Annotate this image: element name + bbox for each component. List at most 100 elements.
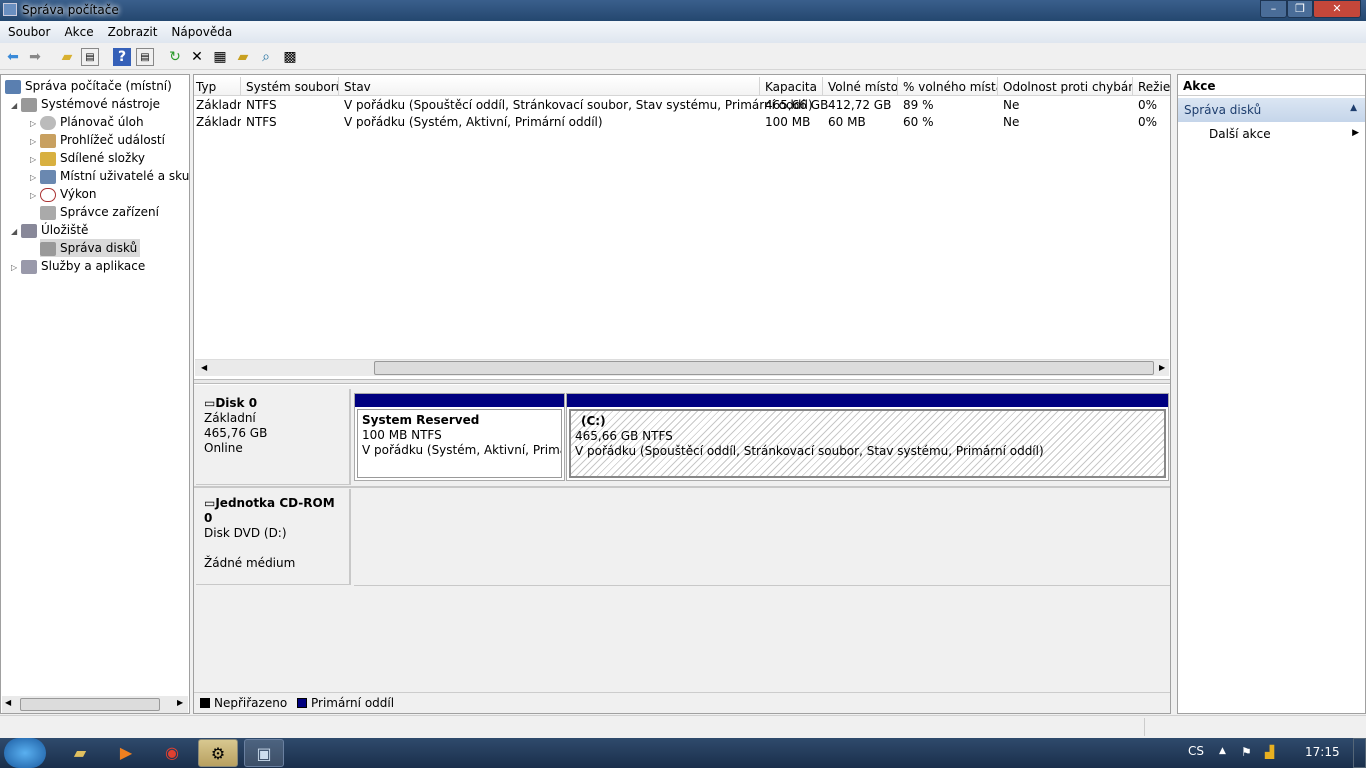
collapsed-arrow-icon[interactable]: ▷: [30, 133, 40, 149]
tree-item-services[interactable]: ▷ Služby a aplikace: [11, 257, 145, 275]
tree-item-disk-management[interactable]: Správa disků: [40, 239, 141, 257]
more-actions-item[interactable]: Další akce ▶: [1209, 127, 1359, 141]
tree-item-performance[interactable]: ▷ Výkon: [30, 185, 96, 203]
menu-zobrazit[interactable]: Zobrazit: [100, 21, 164, 39]
cell-percent-free: 60 %: [903, 115, 934, 129]
partition-c[interactable]: (C:) 465,66 GB NTFS V pořádku (Spouštěcí…: [566, 393, 1169, 481]
scroll-right-icon[interactable]: ▶: [177, 698, 183, 707]
properties-icon[interactable]: ▦: [211, 48, 229, 66]
scroll-left-icon[interactable]: ◀: [5, 698, 11, 707]
clock[interactable]: 17:15: [1305, 745, 1340, 759]
cell-capacity: 100 MB: [765, 115, 811, 129]
column-header-filesystem[interactable]: Systém souborů: [241, 77, 339, 96]
open-icon[interactable]: ▰: [234, 48, 252, 66]
cell-overhead: 0%: [1138, 98, 1158, 112]
forward-arrow-icon[interactable]: ➡: [26, 48, 44, 66]
tree-item-root[interactable]: Správa počítače (místní): [5, 77, 172, 95]
scrollbar-thumb[interactable]: [20, 698, 160, 711]
show-hide-action-pane-icon[interactable]: ▤: [136, 48, 154, 66]
action-center-flag-icon[interactable]: ⚑: [1241, 745, 1252, 759]
menu-soubor[interactable]: Soubor: [0, 21, 56, 39]
disk-name: Jednotka CD-ROM 0: [204, 496, 335, 525]
collapsed-arrow-icon[interactable]: ▷: [30, 187, 40, 203]
close-button[interactable]: ✕: [1313, 0, 1361, 18]
delete-icon[interactable]: ✕: [188, 48, 206, 66]
menu-napoveda[interactable]: Nápověda: [163, 21, 238, 39]
cell-filesystem: NTFS: [246, 98, 277, 112]
partition-name: System Reserved: [362, 413, 480, 427]
partition-status: V pořádku (Spouštěcí oddíl, Stránkovací …: [575, 444, 1044, 458]
explorer-taskbar-icon[interactable]: ▰: [60, 739, 100, 767]
pane-splitter[interactable]: [194, 379, 1170, 384]
toolbar: ⬅ ➡ ▰ ▤ ? ▤ ↻ ✕ ▦ ▰ ⌕ ▩: [0, 44, 1366, 70]
collapsed-arrow-icon[interactable]: ▷: [30, 115, 40, 131]
start-button[interactable]: [4, 738, 46, 768]
language-indicator[interactable]: CS: [1188, 744, 1204, 758]
column-header-overhead[interactable]: Režie: [1133, 77, 1170, 96]
refresh-icon[interactable]: ↻: [166, 48, 184, 66]
cdrom-0-label[interactable]: ▭Jednotka CD-ROM 0 Disk DVD (D:) Žádné m…: [196, 489, 351, 585]
column-header-percent-free[interactable]: % volného místa: [898, 77, 998, 96]
computer-management-taskbar-button[interactable]: ▣: [244, 739, 284, 767]
tree-item-local-users[interactable]: ▷Místní uživatelé a skupiny: [30, 167, 190, 185]
up-folder-icon[interactable]: ▰: [58, 48, 76, 66]
cell-overhead: 0%: [1138, 115, 1158, 129]
expanded-arrow-icon[interactable]: ◢: [11, 223, 21, 239]
disk-management-pane: Typ Systém souborů Stav Kapacita Volné m…: [193, 74, 1171, 714]
chrome-taskbar-icon[interactable]: ◉: [152, 739, 192, 767]
scroll-left-icon[interactable]: ◀: [201, 363, 207, 372]
scroll-right-icon[interactable]: ▶: [1159, 363, 1165, 372]
back-arrow-icon[interactable]: ⬅: [4, 48, 22, 66]
table-horizontal-scrollbar[interactable]: ◀ ▶: [195, 359, 1169, 376]
disk-status: Žádné médium: [204, 556, 296, 570]
network-icon[interactable]: ▟: [1265, 745, 1274, 759]
help-icon[interactable]: ?: [113, 48, 131, 66]
column-header-status[interactable]: Stav: [339, 77, 760, 96]
search-icon[interactable]: ⌕: [257, 48, 275, 66]
title-bar: Správa počítače – ❐ ✕: [0, 0, 1366, 21]
collapsed-arrow-icon[interactable]: ▷: [11, 259, 21, 275]
table-row[interactable]: Základní NTFS V pořádku (Systém, Aktivní…: [194, 113, 1170, 130]
menu-akce[interactable]: Akce: [56, 21, 99, 39]
shared-folder-icon: [40, 151, 56, 166]
partition-status: V pořádku (Systém, Aktivní, Primární odd…: [362, 443, 561, 457]
tree-item-shared-folders[interactable]: ▷ Sdílené složky: [30, 149, 145, 167]
actions-pane: Akce Správa disků ▲ Další akce ▶: [1177, 74, 1366, 714]
clock-icon: [40, 115, 56, 130]
hard-disk-icon: ▭: [204, 396, 216, 410]
performance-icon: [40, 187, 56, 202]
settings-icon[interactable]: ▩: [281, 48, 299, 66]
maximize-button[interactable]: ❐: [1287, 0, 1313, 18]
column-header-capacity[interactable]: Kapacita: [760, 77, 823, 96]
tree-item-task-scheduler[interactable]: ▷ Plánovač úloh: [30, 113, 144, 131]
column-header-free-space[interactable]: Volné místo: [823, 77, 898, 96]
column-header-type[interactable]: Typ: [194, 77, 241, 96]
partition-size: 465,66 GB NTFS: [575, 429, 673, 443]
show-hide-tree-icon[interactable]: ▤: [81, 48, 99, 66]
collapse-up-icon[interactable]: ▲: [1350, 103, 1357, 113]
tree-item-device-manager[interactable]: Správce zařízení: [40, 203, 159, 221]
disk-0-label[interactable]: ▭Disk 0 Základní 465,76 GB Online: [196, 389, 351, 485]
tree-item-event-viewer[interactable]: ▷ Prohlížeč událostí: [30, 131, 165, 149]
table-row[interactable]: Základní NTFS V pořádku (Spouštěcí oddíl…: [194, 96, 1170, 113]
scrollbar-thumb[interactable]: [374, 361, 1154, 375]
tree-item-system-tools[interactable]: ◢ Systémové nástroje: [11, 95, 160, 113]
collapsed-arrow-icon[interactable]: ▷: [30, 151, 40, 167]
partition-system-reserved[interactable]: System Reserved 100 MB NTFS V pořádku (S…: [354, 393, 565, 481]
cell-type: Základní: [196, 98, 241, 112]
column-header-fault-tolerance[interactable]: Odolnost proti chybám: [998, 77, 1133, 96]
minimize-button[interactable]: –: [1260, 0, 1287, 18]
show-hidden-icons-arrow[interactable]: ▲: [1219, 746, 1226, 756]
actions-section-disk-management[interactable]: Správa disků ▲: [1178, 98, 1365, 122]
horizontal-scrollbar[interactable]: ◀ ▶: [2, 696, 188, 713]
cell-free-space: 60 MB: [828, 115, 866, 129]
show-desktop-button[interactable]: [1353, 738, 1366, 768]
collapsed-arrow-icon[interactable]: ▷: [30, 169, 40, 185]
active-window-taskbar-button[interactable]: ⚙: [198, 739, 238, 767]
disk-status: Online: [204, 441, 243, 455]
primary-partition-bar: [567, 394, 1168, 407]
storage-icon: [21, 223, 37, 238]
expanded-arrow-icon[interactable]: ◢: [11, 97, 21, 113]
tree-item-storage[interactable]: ◢ Úložiště: [11, 221, 88, 239]
media-player-taskbar-icon[interactable]: ▶: [106, 739, 146, 767]
